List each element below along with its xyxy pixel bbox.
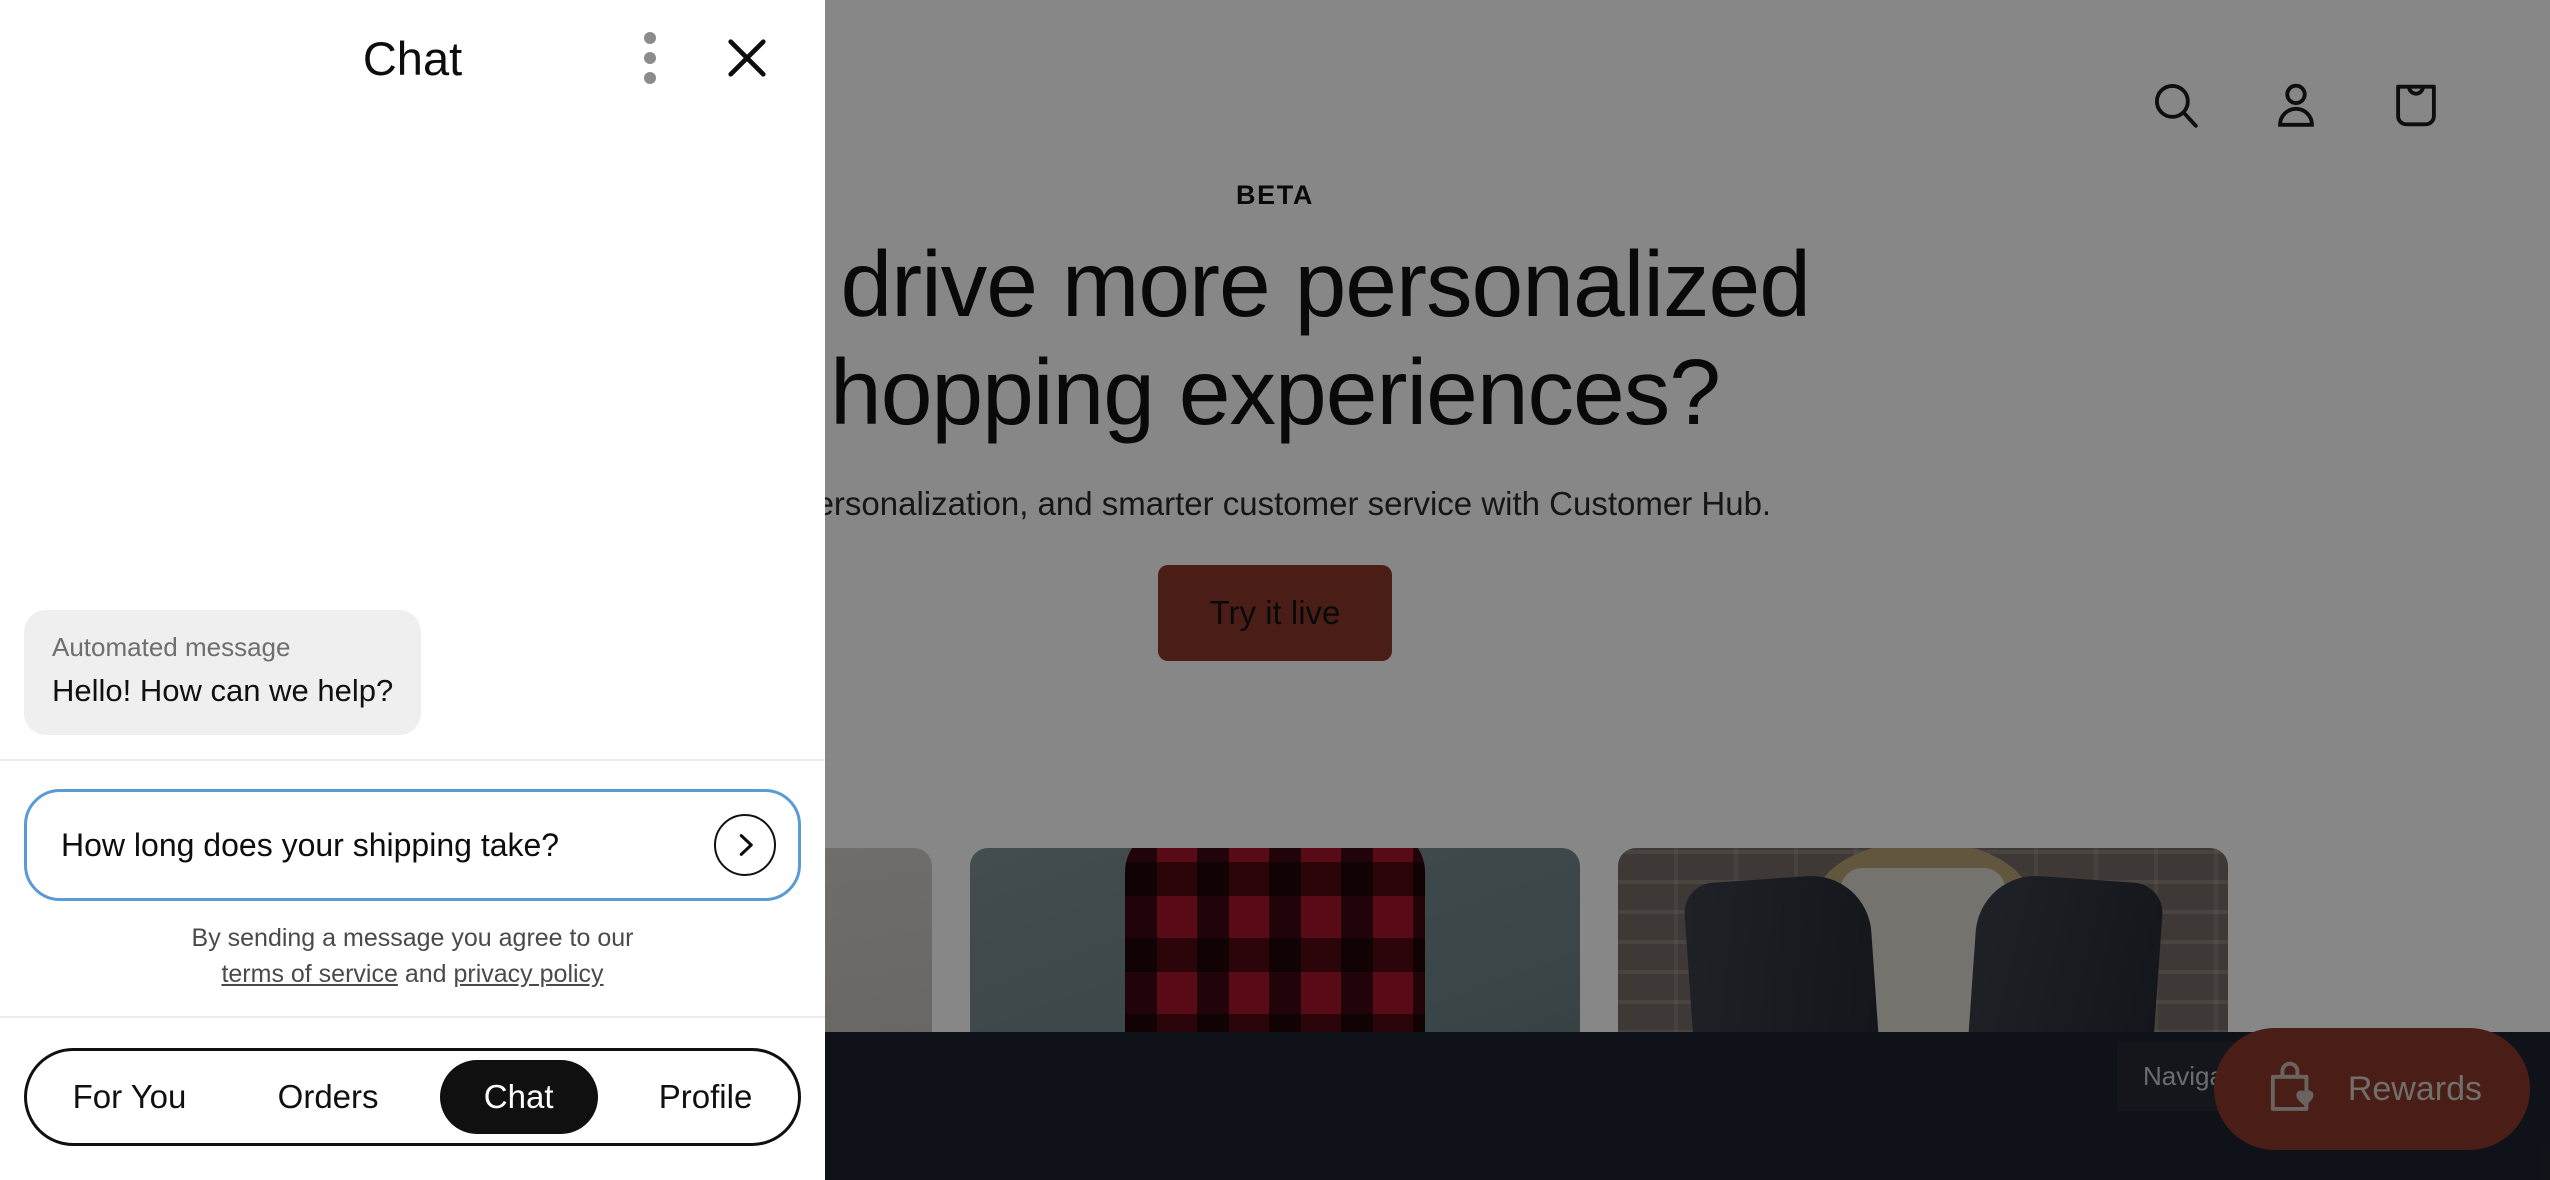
privacy-policy-link[interactable]: privacy policy xyxy=(454,960,604,988)
hero-title-line-1: to drive more personalized xyxy=(740,232,1811,336)
message-sender-label: Automated message xyxy=(52,632,291,662)
hero-title-line-2: hopping experiences? xyxy=(829,339,1721,444)
chat-input-wrapper[interactable] xyxy=(24,789,801,901)
terms-of-service-link[interactable]: terms of service xyxy=(221,960,397,988)
legal-conjunction: and xyxy=(404,959,447,988)
message-text: Hello! How can we help? xyxy=(52,673,394,708)
screen: BETA to drive more personalized hopping … xyxy=(0,0,2550,1180)
chat-title: Chat xyxy=(362,31,463,85)
tab-for-you[interactable]: For You xyxy=(43,1060,217,1134)
rewards-button[interactable]: Rewards xyxy=(2213,1028,2530,1150)
try-it-live-button[interactable]: Try it live xyxy=(1157,564,1393,661)
chat-legal-disclaimer: By sending a message you agree to our te… xyxy=(0,921,825,1018)
page-title: to drive more personalized hopping exper… xyxy=(740,231,1811,447)
chat-message-bubble: Automated message Hello! How can we help… xyxy=(24,610,422,735)
cart-icon[interactable] xyxy=(2387,76,2445,134)
kebab-menu-icon[interactable] xyxy=(623,31,677,85)
chat-message-list: Automated message Hello! How can we help… xyxy=(0,116,825,761)
tab-profile[interactable]: Profile xyxy=(629,1060,783,1134)
close-icon[interactable] xyxy=(717,28,777,88)
tab-chat[interactable]: Chat xyxy=(439,1060,598,1134)
account-icon[interactable] xyxy=(2267,76,2325,134)
chat-message-input[interactable] xyxy=(61,826,714,864)
send-message-button[interactable] xyxy=(714,814,776,876)
rewards-label: Rewards xyxy=(2347,1069,2482,1108)
chat-panel: Chat Automated message Hello! How can we… xyxy=(0,0,825,1180)
tab-orders[interactable]: Orders xyxy=(248,1060,409,1134)
search-icon[interactable] xyxy=(2147,76,2205,134)
chat-header: Chat xyxy=(0,0,825,116)
hero-subtitle: , personalization, and smarter customer … xyxy=(778,484,1772,522)
chat-tab-bar: For You Orders Chat Profile xyxy=(24,1048,801,1146)
legal-prefix: By sending a message you agree to our xyxy=(191,924,634,952)
chevron-right-icon xyxy=(739,834,753,856)
shopping-bag-heart-icon xyxy=(2262,1058,2324,1120)
hero-eyebrow: BETA xyxy=(1236,180,1314,210)
chat-composer xyxy=(0,761,825,921)
